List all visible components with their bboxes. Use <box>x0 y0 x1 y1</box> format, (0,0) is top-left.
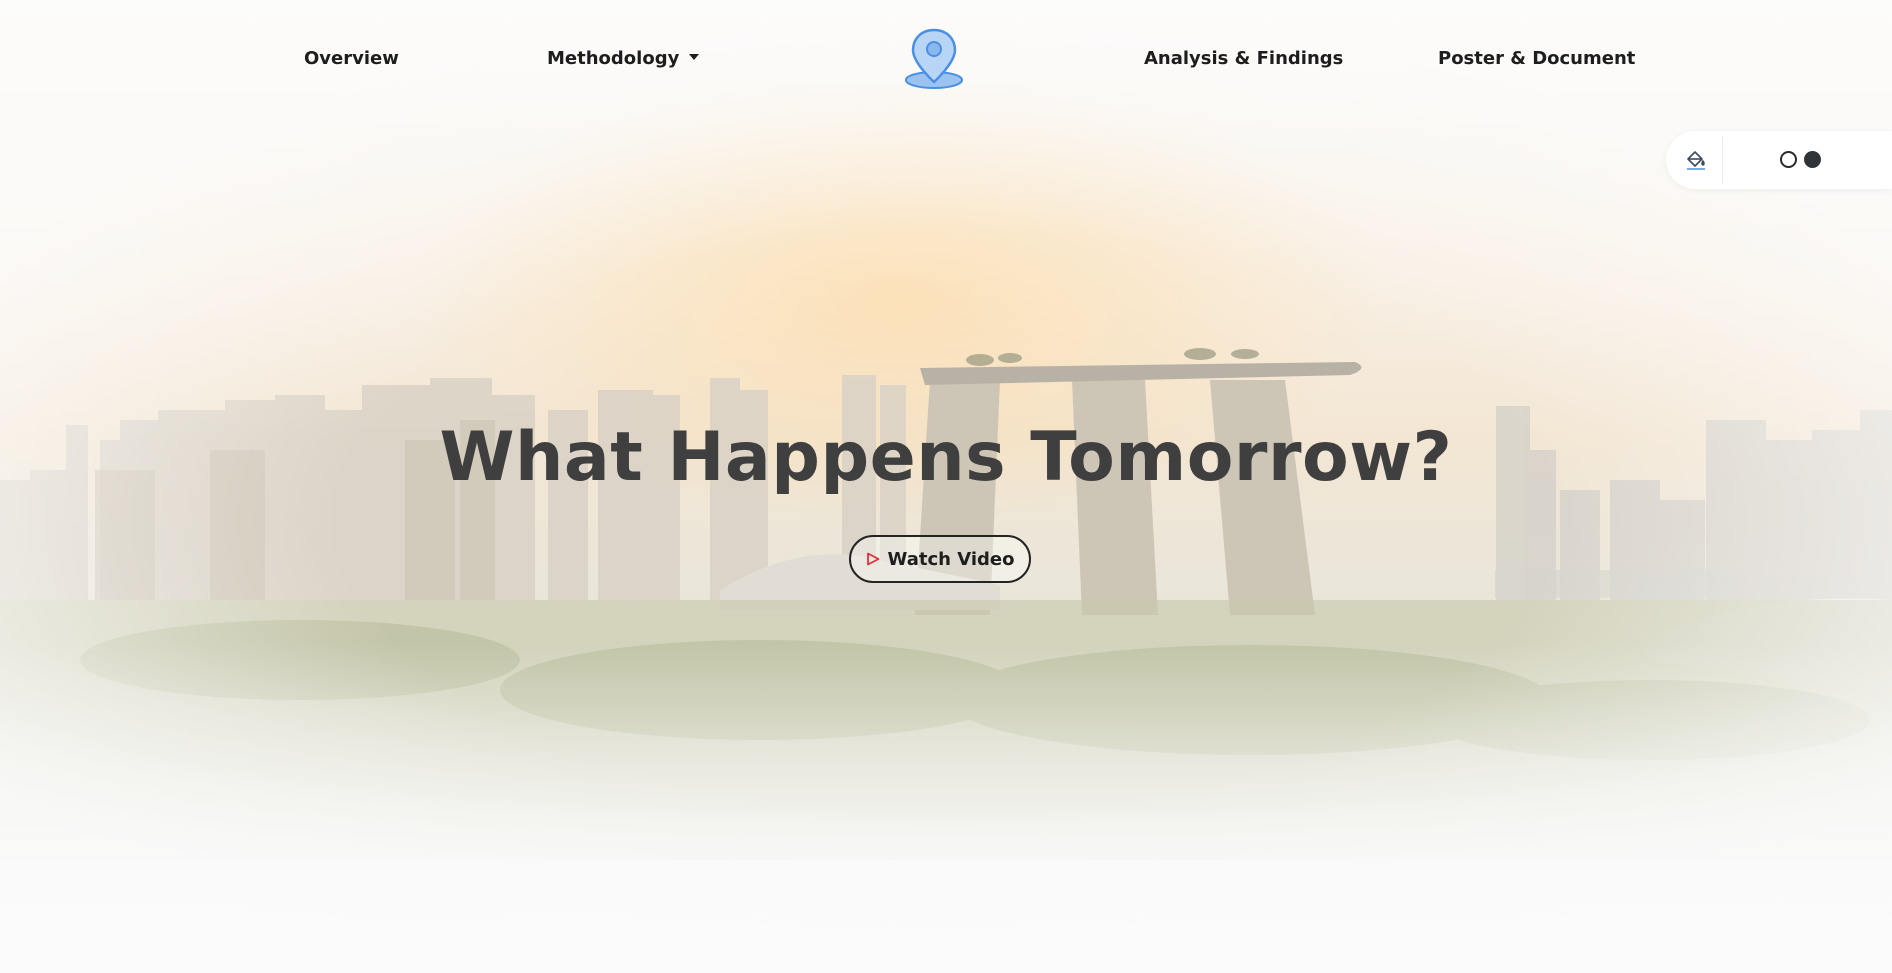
theme-divider <box>1722 137 1723 183</box>
nav-analysis-findings[interactable]: Analysis & Findings <box>1144 48 1343 69</box>
nav-methodology-label: Methodology <box>547 48 680 69</box>
hero-title: What Happens Tomorrow? <box>439 418 1453 497</box>
nav-poster-document[interactable]: Poster & Document <box>1438 48 1635 69</box>
map-pin-icon[interactable] <box>902 26 966 92</box>
top-navigation: Overview Methodology Analysis & Findings… <box>0 0 1892 118</box>
watch-video-button[interactable]: Watch Video <box>849 535 1031 583</box>
paint-bucket-icon[interactable] <box>1684 148 1708 172</box>
play-icon <box>866 552 879 566</box>
theme-switcher <box>1666 131 1892 189</box>
light-theme-toggle[interactable] <box>1780 151 1797 168</box>
hero-fade <box>0 643 1892 973</box>
caret-down-icon <box>689 54 700 60</box>
nav-overview[interactable]: Overview <box>304 48 399 69</box>
nav-methodology[interactable]: Methodology <box>547 48 700 69</box>
watch-video-label: Watch Video <box>887 548 1015 570</box>
dark-theme-toggle[interactable] <box>1804 151 1821 168</box>
